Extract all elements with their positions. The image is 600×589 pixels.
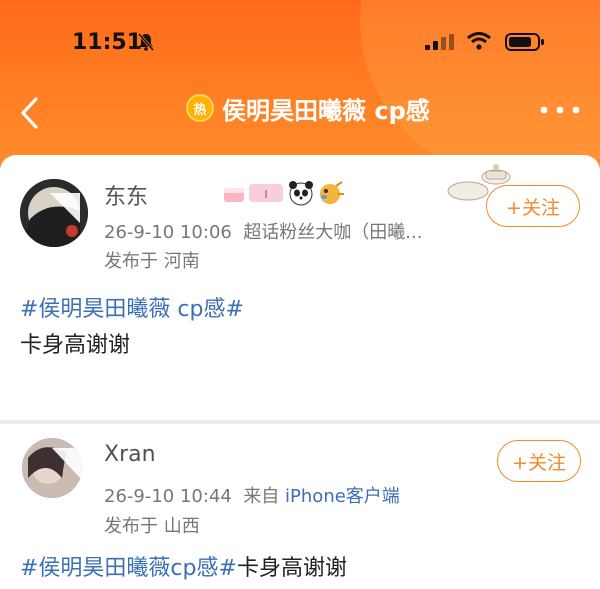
topic-hashtag-link[interactable]: #侯明昊田曦薇 cp感#: [20, 297, 244, 322]
cake-emoji: [224, 188, 244, 202]
status-time: 11:51: [72, 30, 143, 55]
post-body-line: #侯明昊田曦薇cp感#卡身高谢谢: [20, 550, 347, 582]
post-hashtag-line: #侯明昊田曦薇 cp感#: [20, 291, 244, 323]
post-card[interactable]: 东东 I +关注 26-9-10 10:06 超话粉丝大咖（田曦... 发布于 …: [0, 155, 600, 420]
hot-topic-icon: 热: [186, 94, 214, 122]
wifi-icon: [467, 32, 491, 50]
follow-button[interactable]: +关注: [497, 440, 581, 482]
post-location: 发布于 河南: [104, 251, 200, 272]
more-icon[interactable]: [538, 102, 582, 118]
status-bar: 11:51: [0, 0, 600, 80]
topic-hashtag-link[interactable]: #侯明昊田曦薇cp感#: [20, 556, 237, 581]
pufferfish-emoji: [320, 181, 344, 204]
post-body: 卡身高谢谢: [20, 333, 131, 358]
post-source[interactable]: 超话粉丝大咖（田曦...: [243, 222, 422, 243]
post-location: 发布于 山西: [104, 516, 200, 537]
svg-text:I: I: [264, 188, 267, 201]
avatar[interactable]: [20, 179, 88, 247]
rank-badge-icon: I: [249, 184, 283, 202]
post-time: 26-9-10 10:06: [104, 222, 232, 243]
post-time-source: 26-9-10 10:06 超话粉丝大咖（田曦...: [104, 218, 422, 244]
post-time-source: 26-9-10 10:44 来自 iPhone客户端: [104, 482, 400, 508]
avatar[interactable]: [22, 438, 82, 498]
hot-badge-label: 热: [193, 102, 207, 118]
post-time: 26-9-10 10:44: [104, 486, 232, 507]
topic-title[interactable]: 热 侯明昊田曦薇 cp感: [186, 90, 430, 126]
signal-icon: [425, 34, 454, 50]
username[interactable]: 东东: [104, 179, 148, 211]
battery-icon: [505, 33, 544, 51]
post-body: 卡身高谢谢: [236, 556, 347, 581]
panda-emoji: [289, 181, 313, 206]
post-source[interactable]: iPhone客户端: [285, 486, 400, 507]
username[interactable]: Xran: [104, 442, 156, 467]
follow-button[interactable]: +关注: [486, 185, 580, 227]
post-card[interactable]: Xran +关注 26-9-10 10:44 来自 iPhone客户端 发布于 …: [0, 424, 600, 589]
back-arrow-icon[interactable]: [16, 96, 44, 130]
page-header: 11:51 热 侯明昊田曦薇 cp感: [0, 0, 600, 175]
post-source-prefix: 来自: [243, 486, 280, 507]
navigation-bar: 热 侯明昊田曦薇 cp感: [0, 82, 600, 132]
bell-slash-icon: [138, 33, 154, 51]
page-title: 侯明昊田曦薇 cp感: [222, 96, 430, 125]
